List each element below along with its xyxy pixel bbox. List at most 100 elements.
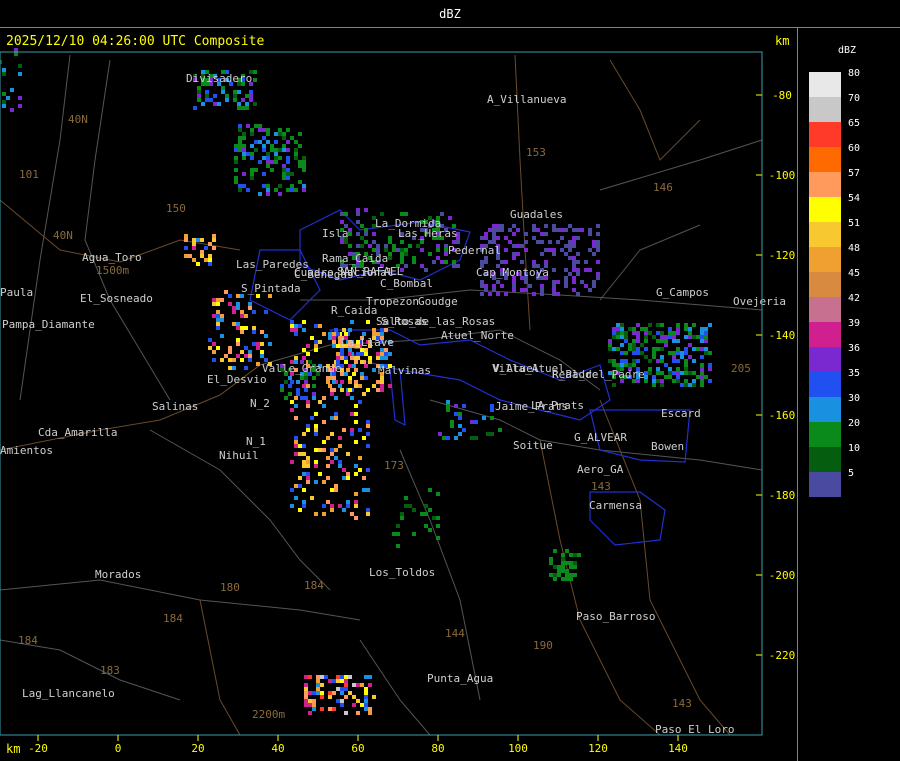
echo-pixel: [232, 358, 236, 362]
echo-pixel: [458, 424, 462, 428]
echo-pixel: [428, 252, 432, 256]
place-label: Lag_Llancanelo: [22, 687, 115, 700]
place-label: Soitue: [513, 439, 553, 452]
echo-pixel: [360, 236, 364, 240]
echo-pixel: [14, 52, 18, 56]
echo-pixel: [572, 240, 576, 244]
echo-pixel: [436, 492, 440, 496]
echo-pixel: [656, 371, 660, 375]
echo-pixel: [660, 331, 664, 335]
legend-label-45: 45: [848, 268, 861, 279]
echo-pixel: [212, 358, 216, 362]
echo-pixel: [237, 102, 241, 106]
echo-pixel: [573, 553, 577, 557]
echo-pixel: [692, 335, 696, 339]
echo-pixel: [496, 236, 500, 240]
echo-pixel: [569, 553, 573, 557]
echo-pixel: [676, 351, 680, 355]
echo-pixel: [282, 136, 286, 140]
echo-pixel: [332, 376, 336, 380]
echo-pixel: [573, 565, 577, 569]
echo-pixel: [576, 236, 580, 240]
echo-pixel: [544, 260, 548, 264]
department-outline: [389, 369, 406, 427]
echo-pixel: [266, 132, 270, 136]
echo-pixel: [236, 302, 240, 306]
echo-pixel: [444, 260, 448, 264]
echo-pixel: [197, 98, 201, 102]
echo-pixel: [470, 420, 474, 424]
echo-pixel: [302, 356, 306, 360]
echo-pixel: [684, 335, 688, 339]
echo-pixel: [420, 240, 424, 244]
echo-pixel: [338, 504, 342, 508]
echo-pixel: [236, 306, 240, 310]
echo-pixel: [241, 106, 245, 110]
echo-pixel: [328, 707, 332, 711]
place-label: Rama_Caida: [322, 252, 388, 265]
echo-pixel: [236, 342, 240, 346]
echo-pixel: [316, 687, 320, 691]
echo-pixel: [318, 340, 322, 344]
echo-pixel: [490, 404, 494, 408]
echo-pixel: [244, 346, 248, 350]
echo-pixel: [436, 256, 440, 260]
echo-pixel: [336, 679, 340, 683]
echo-pixel: [302, 500, 306, 504]
echo-pixel: [348, 232, 352, 236]
radar-map[interactable]: A_Villanueva Divisadero Guadales G_Campos Ag…: [0, 0, 900, 761]
echo-pixel: [564, 280, 568, 284]
echo-pixel: [536, 240, 540, 244]
echo-pixel: [700, 371, 704, 375]
echo-pixel: [552, 228, 556, 232]
echo-pixel: [404, 496, 408, 500]
echo-pixel: [366, 468, 370, 472]
echo-pixel: [376, 388, 380, 392]
echo-pixel: [350, 512, 354, 516]
echo-pixel: [346, 476, 350, 480]
echo-pixel: [364, 352, 368, 356]
echo-pixel: [314, 324, 318, 328]
echo-pixel: [676, 367, 680, 371]
echo-pixel: [684, 359, 688, 363]
echo-pixel: [700, 355, 704, 359]
echo-pixel: [320, 675, 324, 679]
echo-pixel: [500, 224, 504, 228]
echo-pixel: [420, 264, 424, 268]
echo-pixel: [314, 340, 318, 344]
echo-pixel: [294, 436, 298, 440]
echo-pixel: [233, 90, 237, 94]
echo-pixel: [656, 323, 660, 327]
echo-pixel: [306, 400, 310, 404]
echo-pixel: [242, 148, 246, 152]
echo-pixel: [302, 348, 306, 352]
echo-pixel: [504, 260, 508, 264]
echo-pixel: [608, 343, 612, 347]
echo-pixel: [368, 683, 372, 687]
echo-pixel: [192, 246, 196, 250]
echo-pixel: [256, 346, 260, 350]
echo-pixel: [540, 288, 544, 292]
echo-pixel: [208, 242, 212, 246]
echo-pixel: [294, 140, 298, 144]
echo-pixel: [696, 347, 700, 351]
echo-pixel: [354, 360, 358, 364]
echo-pixel: [232, 306, 236, 310]
echo-pixel: [252, 326, 256, 330]
echo-pixel: [544, 224, 548, 228]
place-label: A_Villanueva: [487, 93, 566, 106]
echo-pixel: [488, 292, 492, 296]
echo-pixel: [270, 144, 274, 148]
echo-pixel: [308, 699, 312, 703]
echo-pixel: [684, 363, 688, 367]
echo-pixel: [238, 128, 242, 132]
echo-pixel: [221, 90, 225, 94]
echo-pixel: [557, 565, 561, 569]
echo-pixel: [322, 448, 326, 452]
echo-pixel: [608, 339, 612, 343]
legend-swatch-57: [809, 172, 841, 197]
echo-pixel: [366, 432, 370, 436]
echo-pixel: [561, 565, 565, 569]
echo-pixel: [302, 488, 306, 492]
x-tick-label: 140: [668, 742, 688, 755]
